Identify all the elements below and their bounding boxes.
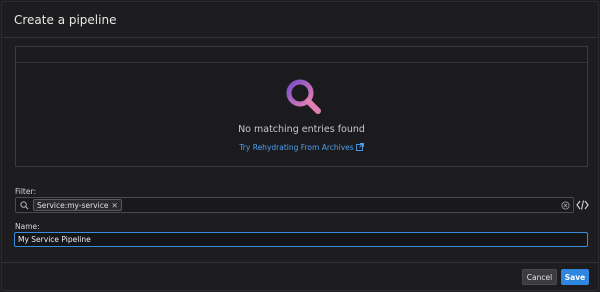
name-label: Name: [15, 222, 40, 231]
empty-state-message: No matching entries found [238, 124, 365, 135]
clear-filter-icon[interactable] [561, 201, 570, 210]
save-button[interactable]: Save [561, 269, 589, 285]
cancel-button[interactable]: Cancel [522, 269, 557, 285]
rehydrate-link-text: Try Rehydrating From Archives [239, 143, 354, 152]
create-pipeline-dialog: Create a pipeline No matching entries fo… [1, 1, 599, 291]
log-results-panel: No matching entries found Try Rehydratin… [15, 46, 588, 167]
search-icon [20, 201, 29, 210]
filter-label: Filter: [15, 187, 36, 196]
remove-token-icon[interactable]: ✕ [111, 200, 117, 212]
filter-token: Service:my-service ✕ [33, 199, 122, 211]
dialog-footer-divider [2, 262, 598, 263]
dialog-title: Create a pipeline [14, 13, 117, 27]
code-icon[interactable] [576, 199, 589, 211]
dialog-header: Create a pipeline [2, 2, 598, 38]
results-header-bar [16, 47, 587, 63]
filter-query-field[interactable]: Service:my-service ✕ [15, 197, 574, 213]
filter-token-label: Service:my-service [37, 201, 109, 210]
external-link-icon [355, 143, 364, 151]
search-icon [286, 79, 321, 114]
rehydrate-archives-link[interactable]: Try Rehydrating From Archives [16, 143, 587, 152]
pipeline-name-input[interactable] [14, 232, 588, 247]
